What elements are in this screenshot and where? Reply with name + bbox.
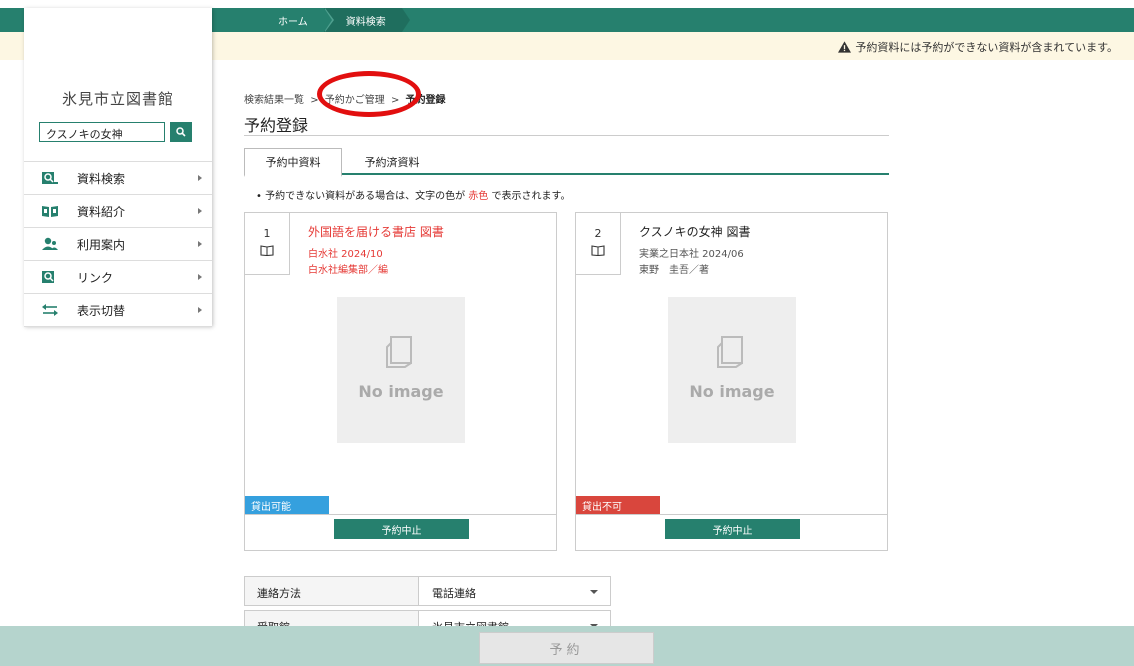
book-publisher: 白水社 2024/10 (308, 249, 383, 260)
sidebar-item-label: リンク (77, 270, 114, 285)
book-placeholder-icon (386, 336, 412, 368)
sidebar-item-material-intro[interactable]: 資料紹介 (24, 195, 212, 228)
link-icon (42, 271, 54, 283)
page: ホーム 資料検索 予約資料には予約ができない資料が含まれています。 氷見市立図書… (0, 0, 1134, 666)
book-publisher: 実業之日本社 2024/06 (639, 249, 744, 260)
open-book-icon (42, 206, 58, 217)
sidebar-menu: 資料検索 資料紹介 利用案内 リンク 表示切替 (24, 161, 212, 327)
status-badge: 貸出不可 (576, 496, 660, 514)
breadcrumb-search-results[interactable]: 検索結果一覧 (244, 95, 304, 106)
contact-method-row: 連絡方法 電話連絡 (244, 576, 611, 606)
notice-message: 予約資料には予約ができない資料が含まれています。 (838, 39, 1118, 55)
book-icon (591, 245, 605, 256)
book-card: 1 外国語を届ける書店 図書 白水社 2024/10 白水社編集部／編 No i… (244, 212, 557, 551)
card-number-box: 1 (245, 213, 290, 275)
contact-method-select[interactable]: 電話連絡 (420, 577, 610, 605)
no-image-placeholder: No image (668, 297, 796, 443)
tab-reserved[interactable]: 予約済資料 (342, 148, 442, 175)
switch-arrows-icon (42, 304, 58, 316)
contact-method-value: 電話連絡 (432, 587, 476, 600)
card-number-box: 2 (576, 213, 621, 275)
chevron-right-icon (198, 307, 202, 313)
no-image-placeholder: No image (337, 297, 465, 443)
sidebar-item-label: 資料紹介 (77, 204, 126, 219)
sidebar-item-label: 資料検索 (77, 171, 126, 186)
divider (576, 514, 887, 515)
book-title-link[interactable]: クスノキの女神 図書 (639, 223, 750, 240)
tab-bar: 予約中資料 予約済資料 (244, 148, 889, 177)
sidebar: 氷見市立図書館 クスノキの女神 資料検索 資料紹介 利用案内 リンク 表示切替 (24, 8, 212, 327)
reserve-button[interactable]: 予約 (479, 632, 654, 664)
sidebar-item-label: 利用案内 (77, 237, 126, 252)
cancel-reservation-button[interactable]: 予約中止 (665, 519, 800, 539)
search-button[interactable] (170, 122, 192, 142)
hint-red-word: 赤色 (468, 191, 489, 202)
top-breadcrumb: ホーム 資料検索 (212, 8, 410, 32)
search-icon (176, 127, 186, 137)
book-search-icon (42, 172, 58, 184)
users-icon (42, 237, 58, 250)
page-title: 予約登録 (244, 116, 309, 135)
book-author: 東野 圭吾／著 (639, 265, 709, 276)
card-number: 1 (263, 227, 271, 240)
sidebar-item-label: 表示切替 (77, 303, 126, 318)
crumb-material-search[interactable]: 資料検索 (323, 8, 410, 32)
hint-text: • 予約できない資料がある場合は、文字の色が 赤色 で表示されます。 (256, 187, 570, 202)
warning-icon (838, 41, 852, 53)
chevron-right-icon (198, 241, 202, 247)
cancel-reservation-button[interactable]: 予約中止 (334, 519, 469, 539)
chevron-right-icon (198, 208, 202, 214)
chevron-right-icon (198, 274, 202, 280)
contact-method-label: 連絡方法 (245, 577, 419, 605)
chevron-right-icon (198, 175, 202, 181)
highlight-circle (317, 71, 421, 117)
no-image-text: No image (689, 382, 775, 401)
book-icon (260, 245, 274, 256)
notice-text: 予約資料には予約ができない資料が含まれています。 (855, 41, 1118, 54)
status-badge: 貸出可能 (245, 496, 329, 514)
search-input[interactable]: クスノキの女神 (39, 122, 165, 142)
no-image-text: No image (358, 382, 444, 401)
library-name[interactable]: 氷見市立図書館 (24, 88, 212, 109)
sidebar-item-links[interactable]: リンク (24, 261, 212, 294)
tab-reserving[interactable]: 予約中資料 (244, 148, 342, 177)
sidebar-item-material-search[interactable]: 資料検索 (24, 162, 212, 195)
sidebar-item-guide[interactable]: 利用案内 (24, 228, 212, 261)
crumb-home[interactable]: ホーム (212, 8, 334, 32)
hint-suffix: で表示されます。 (488, 191, 571, 202)
hint-prefix: • 予約できない資料がある場合は、文字の色が (256, 191, 469, 202)
card-number: 2 (594, 227, 602, 240)
book-author: 白水社編集部／編 (308, 265, 388, 276)
book-placeholder-icon (717, 336, 743, 368)
book-title-link[interactable]: 外国語を届ける書店 図書 (308, 223, 444, 240)
divider (245, 514, 556, 515)
book-card: 2 クスノキの女神 図書 実業之日本社 2024/06 東野 圭吾／著 No i… (575, 212, 888, 551)
divider (244, 135, 889, 136)
chevron-down-icon (590, 590, 598, 594)
sidebar-item-display-switch[interactable]: 表示切替 (24, 294, 212, 327)
